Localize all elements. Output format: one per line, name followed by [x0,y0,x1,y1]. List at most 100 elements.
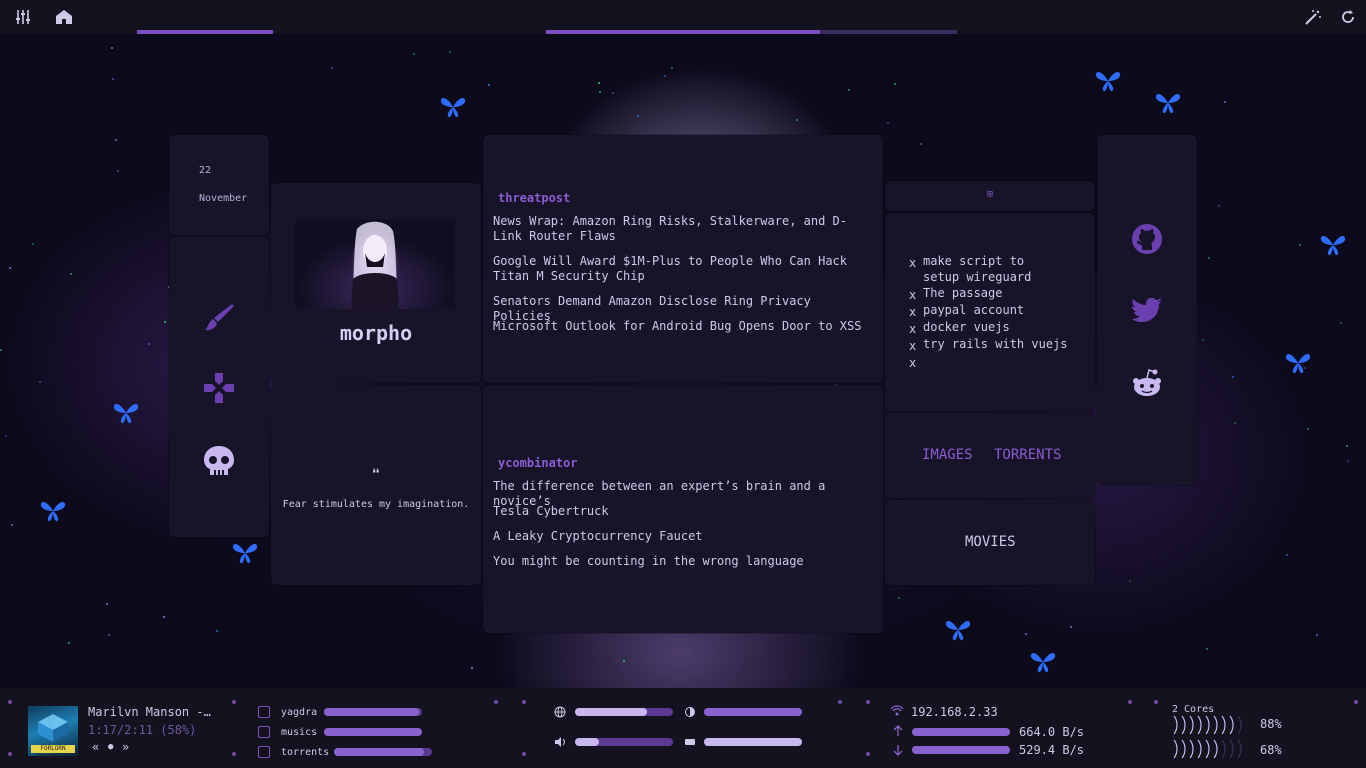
star [115,139,117,141]
workspace-indicator [137,30,273,34]
network-slider-fill [575,708,647,716]
movies-link[interactable]: MOVIES [965,534,1016,550]
star [637,115,639,117]
feed-item[interactable]: Google Will Award $1M-Plus to People Who… [493,254,863,284]
brightness-slider[interactable] [704,708,802,716]
bottom-bar: FORLORN SYNAPSE 2 Marilvn Manson -… 1:17… [0,688,1366,768]
bar-dot [494,700,498,704]
upload-icon [892,725,904,740]
star [1232,376,1234,378]
sliders-icon[interactable] [12,6,34,28]
disk-usage-fill [324,728,422,736]
feed-item[interactable]: You might be counting in the wrong langu… [493,554,863,569]
close-icon[interactable]: x [909,255,916,271]
reddit-icon[interactable] [1129,365,1165,401]
disk-label: musics [281,727,318,738]
star [1202,339,1204,341]
skull-icon[interactable] [199,441,239,481]
star [671,67,673,69]
close-icon[interactable]: x [909,304,916,320]
bar-dot [522,700,526,704]
close-icon[interactable]: x [909,321,916,337]
bar-dot [522,752,526,756]
todo-item[interactable]: x make script to setup wireguard [909,253,1043,285]
todo-panel: x make script to setup wireguard x The pas… [885,213,1095,411]
star [1234,422,1236,424]
cpu-core-percent: 68% [1260,743,1282,757]
feed-title[interactable]: ycombinator [498,456,577,470]
disk-usage-bar [324,728,422,736]
bar-dot [866,700,870,704]
cpu-cores-label: 2 Cores [1172,704,1215,715]
refresh-icon[interactable] [1337,6,1359,28]
butterfly-icon [113,402,139,429]
battery-icon [684,736,696,748]
top-bar [0,0,1366,34]
next-button[interactable]: » [122,740,129,754]
download-bar [912,746,1010,754]
star [413,53,415,55]
disk-usage-bar [324,708,422,716]
butterfly-icon [232,542,258,569]
close-icon[interactable]: x [909,355,916,371]
butterfly-icon [1285,352,1311,379]
feed-item[interactable]: A Leaky Cryptocurrency Faucet [493,529,863,544]
links-panel: IMAGES TORRENTS [885,413,1095,498]
bar-dot [8,700,12,704]
disk-label: torrents [281,747,330,758]
bar-dot [1154,700,1158,704]
feed-item[interactable]: Microsoft Outlook for Android Bug Opens … [493,319,863,334]
star [796,119,798,121]
todo-item[interactable]: x paypal account [909,302,1024,319]
upload-speed: 664.0 B/s [1019,725,1085,739]
album-art: FORLORN SYNAPSE 2 [28,706,78,760]
disk-icon [258,726,270,738]
home-icon[interactable] [53,6,75,28]
workspace-indicator [546,30,820,34]
bar-dot [866,752,870,756]
magic-wand-icon[interactable] [1302,6,1324,28]
previous-button[interactable]: « [92,740,99,754]
network-slider[interactable] [575,708,673,716]
star [11,524,13,526]
twitter-icon[interactable] [1129,293,1165,329]
todo-item[interactable]: x The passage [909,285,1002,302]
star [164,321,166,323]
butterfly-icon [440,96,466,123]
volume-slider[interactable] [575,738,673,746]
star [32,243,34,245]
todo-item[interactable]: x docker vuejs [909,319,1010,336]
disk-icon [258,706,270,718]
feed-title[interactable]: threatpost [498,191,570,205]
star [623,660,625,662]
disk-label: yagdra [281,707,318,718]
quote-text: Fear stimulates my imagination. [282,499,470,510]
star [68,642,70,644]
disk-usage-bar [334,748,432,756]
close-icon[interactable]: x [909,287,916,303]
github-icon[interactable] [1129,221,1165,257]
date-panel: 22 November [169,135,269,235]
star [898,597,900,599]
images-link[interactable]: IMAGES [922,447,973,463]
butterfly-icon [1320,234,1346,261]
torrents-link[interactable]: TORRENTS [994,447,1061,463]
quote-icon: ❝ [371,465,381,484]
volume-slider-fill [575,738,599,746]
star [920,143,922,145]
star [108,634,110,636]
close-icon[interactable]: x [909,338,916,354]
paintbrush-icon[interactable] [199,297,239,337]
date-month: November [199,193,248,204]
upload-bar [912,728,1010,736]
workspace-indicator [820,30,957,34]
todo-item[interactable]: x try rails with vuejs [909,336,1068,353]
feed-item[interactable]: News Wrap: Amazon Ring Risks, Stalkerwar… [493,214,863,244]
battery-bar [704,738,802,746]
gamepad-icon[interactable] [199,368,239,408]
add-todo-button[interactable]: ⊞ [885,189,1095,200]
ycombinator-feed: ycombinator The difference between an ex… [483,385,883,633]
play-pause-button[interactable]: ● [108,742,113,752]
feed-item[interactable]: Tesla Cybertruck [493,504,863,519]
cpu-core-graph [1172,715,1252,735]
